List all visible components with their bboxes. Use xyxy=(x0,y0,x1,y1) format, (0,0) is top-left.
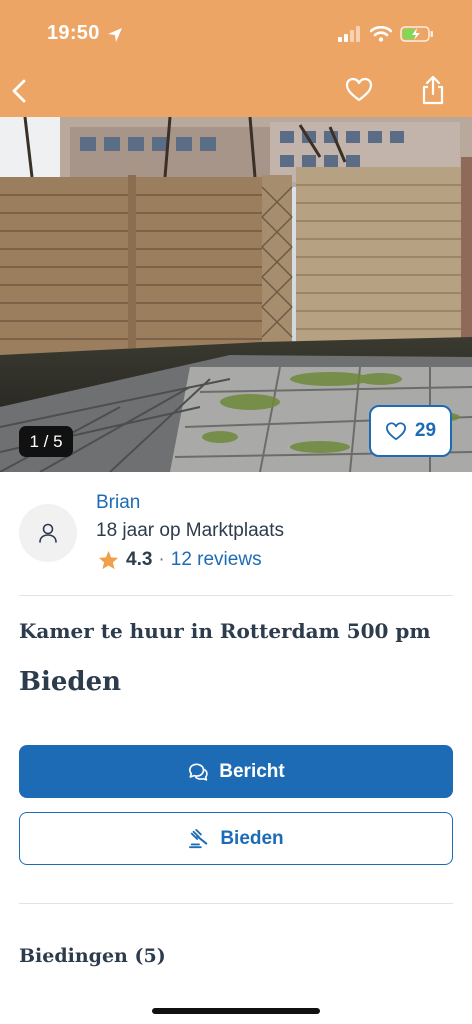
status-time: 19:50 xyxy=(47,22,100,44)
user-icon xyxy=(39,523,57,543)
favorite-heart-icon[interactable] xyxy=(345,76,373,104)
bid-button-label: Bieden xyxy=(220,827,284,849)
seller-name-link[interactable]: Brian xyxy=(96,492,140,514)
heart-icon xyxy=(385,422,406,441)
battery-icon xyxy=(400,26,433,42)
status-indicators xyxy=(338,26,434,42)
favorites-count: 29 xyxy=(414,420,437,441)
top-bar: 19:50 xyxy=(0,0,472,117)
listing-price: Bieden xyxy=(19,667,122,697)
wifi-icon xyxy=(370,26,392,42)
bid-button[interactable]: Bieden xyxy=(19,812,453,865)
back-button[interactable] xyxy=(8,74,30,108)
chevron-left-icon xyxy=(12,79,26,103)
divider xyxy=(19,595,453,596)
message-button[interactable]: Bericht xyxy=(19,745,453,798)
reviews-link[interactable]: 12 reviews xyxy=(171,549,262,571)
chat-bubbles-icon xyxy=(189,762,208,781)
seller-membership: 18 jaar op Marktplaats xyxy=(96,520,284,541)
location-arrow-icon xyxy=(108,28,122,42)
home-indicator[interactable] xyxy=(152,1008,320,1014)
seller-rating: 4.3 · 12 reviews xyxy=(98,549,262,571)
share-icon[interactable] xyxy=(420,75,446,105)
photo-counter: 1 / 5 xyxy=(19,426,73,457)
rating-separator: · xyxy=(158,549,165,570)
signal-icon xyxy=(338,26,360,42)
gavel-icon xyxy=(189,828,208,848)
rating-value: 4.3 xyxy=(126,549,153,570)
divider xyxy=(19,903,453,904)
bids-heading: Biedingen (5) xyxy=(19,945,166,967)
seller-avatar[interactable] xyxy=(19,504,77,562)
listing-title: Kamer te huur in Rotterdam 500 pm xyxy=(19,619,431,643)
star-icon xyxy=(98,550,119,570)
favorites-count-button[interactable]: 29 xyxy=(369,405,452,457)
message-button-label: Bericht xyxy=(219,760,285,782)
